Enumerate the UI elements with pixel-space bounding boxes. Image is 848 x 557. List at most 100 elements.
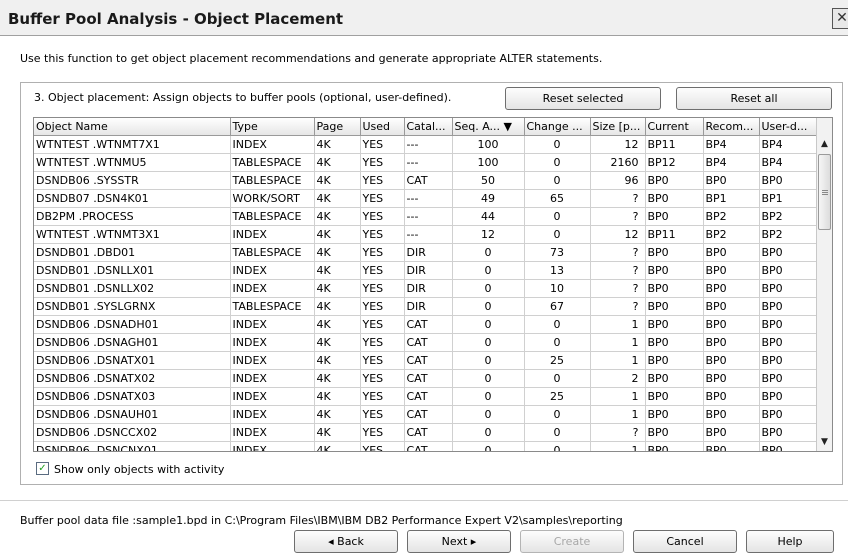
column-header[interactable]: Change ...: [524, 118, 591, 136]
table-row[interactable]: WTNTEST .WTNMT3X1 INDEX 4K YES --- 12 0 12 BP11 B…: [34, 225, 818, 244]
table-row[interactable]: WTNTEST .WTNMU5 TABLESPACE 4K YES --- 100 0 216…: [34, 153, 818, 172]
table-cell: 0: [452, 243, 525, 262]
table-cell: ---: [404, 225, 453, 244]
table-cell: ---: [404, 153, 453, 172]
table-cell: 12: [590, 135, 646, 154]
table-cell: DSNDB06 .DSNCNX01: [34, 441, 231, 451]
table-cell: BP0: [703, 243, 760, 262]
table-cell: 0: [524, 225, 591, 244]
table-cell: DSNDB06 .DSNATX01: [34, 351, 231, 370]
table-cell: 4K: [314, 243, 361, 262]
table-cell: WTNTEST .WTNMT7X1: [34, 135, 231, 154]
table-cell: 0: [452, 315, 525, 334]
table-cell: BP0: [759, 243, 818, 262]
table-cell: BP1: [703, 189, 760, 208]
cancel-button[interactable]: Cancel: [633, 530, 737, 553]
table-cell: 0: [452, 279, 525, 298]
table-cell: YES: [360, 243, 405, 262]
table-row[interactable]: DSNDB06 .DSNAUH01 INDEX 4K YES CAT 0 0 1 BP0 BP0 B…: [34, 405, 818, 424]
table-cell: 25: [524, 351, 591, 370]
table-cell: ?: [590, 207, 646, 226]
table-row[interactable]: DSNDB06 .DSNATX01 INDEX 4K YES CAT 0 25 1 BP0 BP0…: [34, 351, 818, 370]
table-cell: YES: [360, 405, 405, 424]
table-row[interactable]: DSNDB06 .DSNATX02 INDEX 4K YES CAT 0 0 2 BP0 BP0 B…: [34, 369, 818, 388]
table-cell: YES: [360, 171, 405, 190]
table-cell: BP0: [703, 369, 760, 388]
table-cell: 4K: [314, 189, 361, 208]
back-button[interactable]: ◂ Back: [294, 530, 398, 553]
table-cell: CAT: [404, 333, 453, 352]
title-divider: [0, 35, 848, 36]
reset-selected-button[interactable]: Reset selected: [505, 87, 661, 110]
table-cell: 4K: [314, 153, 361, 172]
column-header[interactable]: Used: [360, 118, 405, 136]
table-row[interactable]: DSNDB06 .DSNCCX02 INDEX 4K YES CAT 0 0? BP0 BP0 B…: [34, 423, 818, 442]
table-cell: 4K: [314, 441, 361, 451]
table-cell: INDEX: [230, 369, 315, 388]
show-active-only-label[interactable]: Show only objects with activity: [54, 463, 224, 476]
show-active-only-checkbox[interactable]: ✓: [36, 462, 49, 475]
column-header[interactable]: Catal...: [404, 118, 453, 136]
column-header[interactable]: Seq. A... ▼: [452, 118, 525, 136]
table-cell: BP0: [645, 333, 704, 352]
table-cell: 4K: [314, 135, 361, 154]
scroll-down-icon[interactable]: ▼: [817, 434, 832, 450]
table-row[interactable]: DSNDB01 .DSNLLX02 INDEX 4K YES DIR 0 10? BP0 BP0…: [34, 279, 818, 298]
table-cell: TABLESPACE: [230, 243, 315, 262]
table-row[interactable]: DSNDB06 .DSNCNX01 INDEX 4K YES CAT 0 0 1 BP0 BP0 B…: [34, 441, 818, 451]
table-cell: BP0: [645, 315, 704, 334]
column-header[interactable]: Size [p...: [590, 118, 646, 136]
table-row[interactable]: DSNDB01 .DSNLLX01 INDEX 4K YES DIR 0 13? BP0 BP0…: [34, 261, 818, 280]
table-cell: INDEX: [230, 333, 315, 352]
table-row[interactable]: DSNDB06 .DSNAGH01 INDEX 4K YES CAT 0 0 1 BP0 BP0 B…: [34, 333, 818, 352]
table-row[interactable]: WTNTEST .WTNMT7X1 INDEX 4K YES --- 100 0 12 BP11…: [34, 135, 818, 154]
column-header[interactable]: User-d...: [759, 118, 818, 136]
scrollbar-thumb[interactable]: [818, 154, 831, 230]
table-row[interactable]: DSNDB06 .DSNADH01 INDEX 4K YES CAT 0 0 1 BP0 BP0 B…: [34, 315, 818, 334]
table-cell: CAT: [404, 405, 453, 424]
table-row[interactable]: DB2PM .PROCESS TABLESPACE 4K YES --- 44 0? BP0 B…: [34, 207, 818, 226]
window-title: Buffer Pool Analysis - Object Placement: [8, 10, 344, 28]
scroll-up-icon[interactable]: ▲: [817, 136, 832, 152]
table-cell: 4K: [314, 225, 361, 244]
table-row[interactable]: DSNDB06 .DSNATX03 INDEX 4K YES CAT 0 25 1 BP0 BP0…: [34, 387, 818, 406]
table-row[interactable]: DSNDB06 .SYSSTR TABLESPACE 4K YES CAT 50 0 96 BP…: [34, 171, 818, 190]
table-cell: ---: [404, 135, 453, 154]
table-cell: BP0: [645, 279, 704, 298]
table-cell: BP0: [703, 171, 760, 190]
column-header[interactable]: Page: [314, 118, 361, 136]
table-cell: ---: [404, 207, 453, 226]
table-row[interactable]: DSNDB01 .SYSLGRNX TABLESPACE 4K YES DIR 0 67? B…: [34, 297, 818, 316]
table-cell: CAT: [404, 441, 453, 451]
reset-all-button[interactable]: Reset all: [676, 87, 832, 110]
table-cell: 4K: [314, 315, 361, 334]
column-header[interactable]: Type: [230, 118, 315, 136]
table-cell: 0: [452, 369, 525, 388]
table-cell: BP4: [759, 135, 818, 154]
table-cell: INDEX: [230, 405, 315, 424]
table-cell: 4K: [314, 405, 361, 424]
table-cell: DIR: [404, 297, 453, 316]
table-cell: YES: [360, 135, 405, 154]
close-icon[interactable]: ✕: [832, 8, 848, 29]
table-cell: DSNDB06 .DSNAUH01: [34, 405, 231, 424]
next-button[interactable]: Next ▸: [407, 530, 511, 553]
column-header[interactable]: Recom...: [703, 118, 760, 136]
table-cell: ---: [404, 189, 453, 208]
table-row[interactable]: DSNDB01 .DBD01 TABLESPACE 4K YES DIR 0 73? BP0 B…: [34, 243, 818, 262]
create-button[interactable]: Create: [520, 530, 624, 553]
help-button[interactable]: Help: [746, 530, 834, 553]
table-cell: INDEX: [230, 351, 315, 370]
table-cell: BP2: [759, 225, 818, 244]
table-cell: DSNDB07 .DSN4K01: [34, 189, 231, 208]
table-cell: ?: [590, 297, 646, 316]
table-cell: 4K: [314, 207, 361, 226]
table-cell: ?: [590, 423, 646, 442]
column-header[interactable]: Object Name: [34, 118, 231, 136]
column-header[interactable]: Current: [645, 118, 704, 136]
table-cell: 67: [524, 297, 591, 316]
vertical-scrollbar[interactable]: ▲ ▼: [816, 118, 832, 451]
table-cell: WORK/SORT: [230, 189, 315, 208]
table-cell: BP0: [703, 261, 760, 280]
table-row[interactable]: DSNDB07 .DSN4K01 WORK/SORT 4K YES --- 49 65? BP…: [34, 189, 818, 208]
